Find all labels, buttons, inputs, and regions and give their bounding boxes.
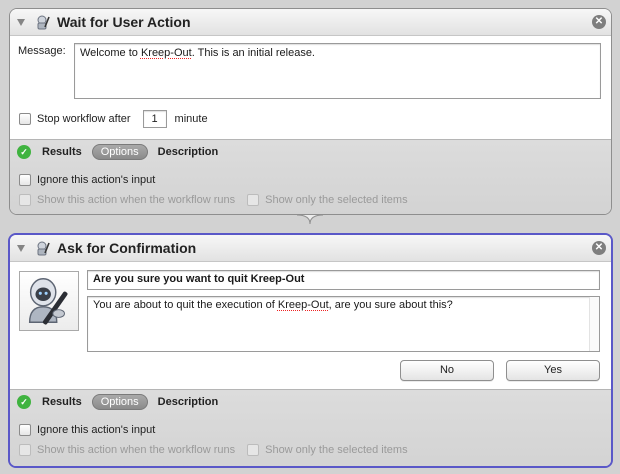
tab-results[interactable]: Results — [42, 396, 82, 408]
show-selected-checkbox[interactable] — [247, 194, 260, 206]
yes-button[interactable]: Yes — [506, 360, 600, 381]
tab-description[interactable]: Description — [158, 396, 219, 408]
disclosure-triangle-icon[interactable] — [17, 18, 25, 26]
action-tabs: ✓ Results Options Description — [17, 144, 228, 160]
show-action-checkbox[interactable] — [19, 194, 31, 206]
action-ask-for-confirmation[interactable]: Ask for Confirmation ✕ Are you sure you … — [8, 233, 613, 468]
ignore-input-checkbox[interactable] — [19, 174, 31, 186]
body-text-2: , are you sure about this? — [328, 299, 453, 311]
message-text-1: Welcome to — [80, 47, 141, 59]
no-button[interactable]: No — [400, 360, 494, 381]
stop-unit-label: minute — [174, 113, 208, 125]
action-connector — [297, 215, 323, 233]
action-tabs: ✓ Results Options Description — [17, 394, 228, 410]
stop-workflow-row: Stop workflow after 1 minute — [19, 110, 208, 128]
action-header[interactable]: Wait for User Action ✕ — [10, 9, 611, 36]
show-selected-label: Show only the selected items — [265, 444, 408, 456]
automator-robot-icon — [37, 15, 50, 30]
show-options-row: Show this action when the workflow runs … — [19, 444, 408, 456]
action-title: Ask for Confirmation — [57, 240, 197, 256]
body-text-misspelled: Kreep-Out — [277, 299, 329, 311]
message-text-misspelled: Kreep-Out — [140, 47, 192, 59]
action-footer: ✓ Results Options Description Ignore thi… — [10, 389, 611, 466]
show-action-label: Show this action when the workflow runs — [37, 444, 236, 456]
automator-robot-icon — [19, 271, 79, 331]
stop-minutes-field[interactable]: 1 — [142, 110, 167, 128]
action-body: Message: Welcome to Kreep-Out. This is a… — [10, 36, 611, 139]
message-text-2: . This is an initial release. — [191, 47, 315, 59]
message-field[interactable]: Welcome to Kreep-Out. This is an initial… — [74, 43, 601, 99]
ignore-input-label: Ignore this action's input — [37, 424, 156, 436]
action-header[interactable]: Ask for Confirmation ✕ — [10, 235, 611, 262]
show-action-checkbox[interactable] — [19, 444, 31, 456]
show-selected-checkbox[interactable] — [247, 444, 260, 456]
show-selected-label: Show only the selected items — [265, 194, 408, 206]
message-label: Message: — [18, 45, 66, 57]
stop-workflow-checkbox[interactable] — [19, 113, 31, 125]
message-field[interactable]: You are about to quit the execution of K… — [87, 296, 600, 352]
action-body: Are you sure you want to quit Kreep-Out … — [10, 262, 611, 389]
close-icon[interactable]: ✕ — [592, 241, 606, 255]
body-text-1: You are about to quit the execution of — [93, 299, 278, 311]
ignore-input-row: Ignore this action's input — [19, 424, 155, 436]
action-footer: ✓ Results Options Description Ignore thi… — [10, 139, 611, 214]
show-options-row: Show this action when the workflow runs … — [19, 194, 408, 206]
automator-robot-icon — [37, 241, 50, 256]
tab-description[interactable]: Description — [158, 146, 219, 158]
show-action-label: Show this action when the workflow runs — [37, 194, 236, 206]
close-icon[interactable]: ✕ — [592, 15, 606, 29]
stop-workflow-label: Stop workflow after — [37, 113, 131, 125]
ignore-input-label: Ignore this action's input — [37, 174, 156, 186]
action-wait-for-user-action[interactable]: Wait for User Action ✕ Message: Welcome … — [9, 8, 612, 215]
ignore-input-row: Ignore this action's input — [19, 174, 155, 186]
action-title: Wait for User Action — [57, 14, 191, 30]
disclosure-triangle-icon[interactable] — [17, 244, 25, 252]
checkmark-icon: ✓ — [17, 145, 31, 159]
ignore-input-checkbox[interactable] — [19, 424, 31, 436]
scrollbar[interactable] — [589, 297, 599, 351]
tab-options[interactable]: Options — [91, 144, 148, 160]
tab-options[interactable]: Options — [91, 394, 148, 410]
question-field[interactable]: Are you sure you want to quit Kreep-Out — [87, 270, 600, 290]
tab-results[interactable]: Results — [42, 146, 82, 158]
checkmark-icon: ✓ — [17, 395, 31, 409]
